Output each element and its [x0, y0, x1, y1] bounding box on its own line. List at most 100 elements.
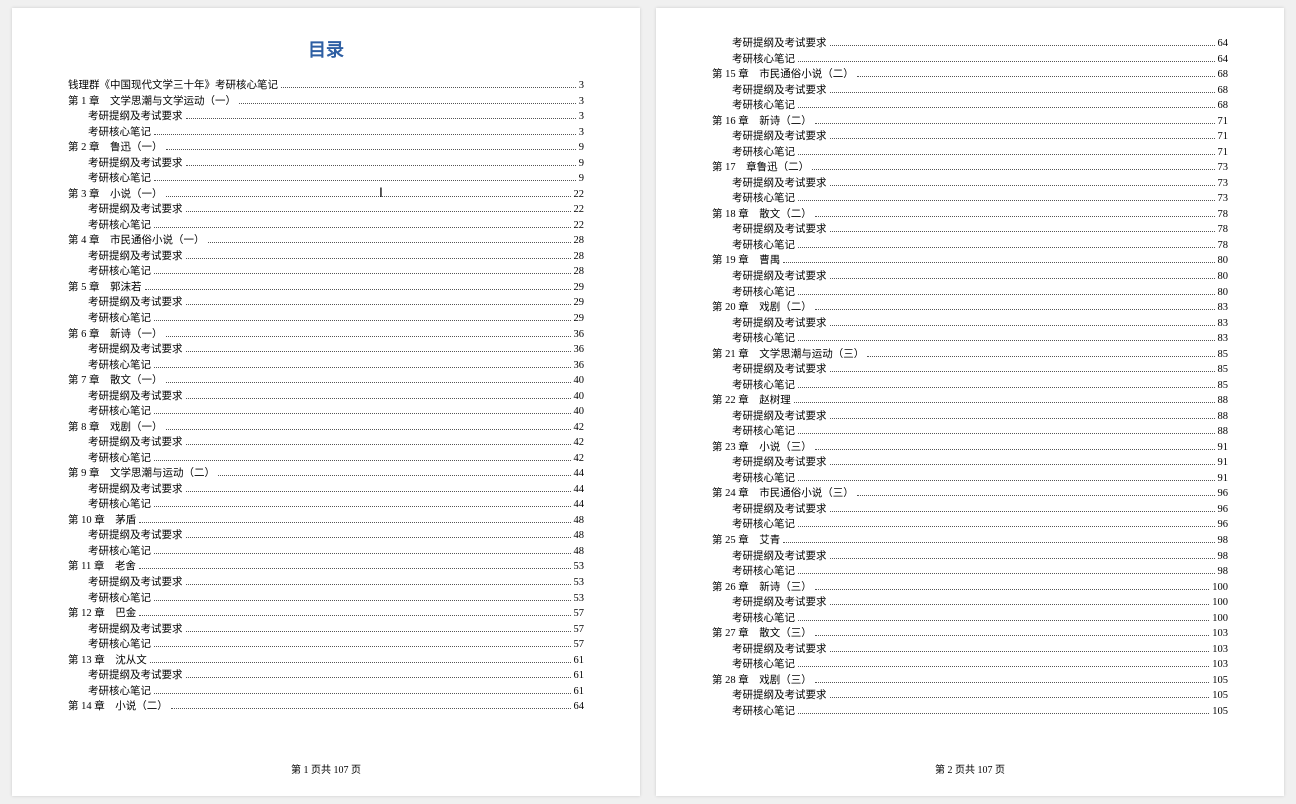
toc-entry[interactable]: 第 22 章 赵树理88	[712, 393, 1228, 409]
toc-entry[interactable]: 考研核心笔记3	[68, 125, 584, 141]
toc-entry[interactable]: 第 18 章 散文（二）78	[712, 207, 1228, 223]
toc-entry[interactable]: 第 26 章 新诗（三）100	[712, 580, 1228, 596]
toc-entry[interactable]: 考研提纲及考试要求64	[712, 36, 1228, 52]
toc-entry[interactable]: 第 27 章 散文（三）103	[712, 626, 1228, 642]
toc-entry-label: 第 6 章 新诗（一）	[68, 327, 163, 343]
toc-entry[interactable]: 第 12 章 巴金57	[68, 606, 584, 622]
toc-entry-label: 考研核心笔记	[712, 704, 795, 720]
toc-entry[interactable]: 考研提纲及考试要求88	[712, 409, 1228, 425]
toc-entry[interactable]: 考研提纲及考试要求61	[68, 668, 584, 684]
toc-entry[interactable]: 考研核心笔记44	[68, 497, 584, 513]
toc-entry[interactable]: 考研核心笔记91	[712, 471, 1228, 487]
toc-entry[interactable]: 考研提纲及考试要求68	[712, 83, 1228, 99]
toc-entry[interactable]: 第 25 章 艾青98	[712, 533, 1228, 549]
toc-entry[interactable]: 考研提纲及考试要求3	[68, 109, 584, 125]
toc-entry[interactable]: 考研核心笔记42	[68, 451, 584, 467]
toc-entry-label: 第 2 章 鲁迅（一）	[68, 140, 163, 156]
toc-entry[interactable]: 考研提纲及考试要求22	[68, 202, 584, 218]
toc-entry[interactable]: 钱理群《中国现代文学三十年》考研核心笔记3	[68, 78, 584, 94]
toc-entry[interactable]: 考研核心笔记103	[712, 657, 1228, 673]
toc-entry[interactable]: 考研核心笔记36	[68, 358, 584, 374]
toc-entry[interactable]: 考研核心笔记57	[68, 637, 584, 653]
toc-entry[interactable]: 考研核心笔记64	[712, 52, 1228, 68]
toc-entry[interactable]: 考研提纲及考试要求73	[712, 176, 1228, 192]
toc-entry[interactable]: 考研核心笔记80	[712, 285, 1228, 301]
toc-entry[interactable]: 第 1 章 文学思潮与文学运动（一）3	[68, 94, 584, 110]
toc-entry[interactable]: 第 9 章 文学思潮与运动（二）44	[68, 466, 584, 482]
toc-entry[interactable]: 考研核心笔记83	[712, 331, 1228, 347]
toc-entry[interactable]: 考研核心笔记68	[712, 98, 1228, 114]
toc-entry[interactable]: 第 2 章 鲁迅（一）9	[68, 140, 584, 156]
toc-entry[interactable]: 考研核心笔记9	[68, 171, 584, 187]
toc-entry-page: 88	[1218, 393, 1229, 409]
toc-entry[interactable]: 第 24 章 市民通俗小说（三）96	[712, 486, 1228, 502]
toc-entry[interactable]: 考研提纲及考试要求44	[68, 482, 584, 498]
toc-entry[interactable]: 考研核心笔记28	[68, 264, 584, 280]
toc-entry[interactable]: 考研提纲及考试要求91	[712, 455, 1228, 471]
toc-entry[interactable]: 第 16 章 新诗（二）71	[712, 114, 1228, 130]
toc-entry[interactable]: 考研提纲及考试要求100	[712, 595, 1228, 611]
toc-entry[interactable]: 考研提纲及考试要求28	[68, 249, 584, 265]
toc-leader-dots	[867, 356, 1214, 357]
toc-leader-dots	[139, 615, 570, 616]
toc-entry[interactable]: 考研核心笔记48	[68, 544, 584, 560]
toc-leader-dots	[830, 45, 1215, 46]
toc-entry[interactable]: 考研提纲及考试要求57	[68, 622, 584, 638]
toc-entry[interactable]: 考研提纲及考试要求85	[712, 362, 1228, 378]
toc-entry[interactable]: 第 3 章 小说（一）22	[68, 187, 584, 203]
toc-leader-dots	[798, 526, 1215, 527]
toc-entry[interactable]: 第 4 章 市民通俗小说（一）28	[68, 233, 584, 249]
toc-entry[interactable]: 考研核心笔记71	[712, 145, 1228, 161]
toc-entry[interactable]: 考研提纲及考试要求29	[68, 295, 584, 311]
toc-entry[interactable]: 第 14 章 小说（二）64	[68, 699, 584, 715]
toc-entry[interactable]: 考研核心笔记100	[712, 611, 1228, 627]
toc-entry[interactable]: 第 7 章 散文（一）40	[68, 373, 584, 389]
toc-entry[interactable]: 考研核心笔记88	[712, 424, 1228, 440]
toc-entry[interactable]: 考研提纲及考试要求96	[712, 502, 1228, 518]
toc-entry[interactable]: 第 15 章 市民通俗小说（二）68	[712, 67, 1228, 83]
toc-entry[interactable]: 第 19 章 曹禺80	[712, 253, 1228, 269]
toc-entry[interactable]: 第 6 章 新诗（一）36	[68, 327, 584, 343]
toc-entry[interactable]: 第 21 章 文学思潮与运动（三）85	[712, 347, 1228, 363]
toc-entry[interactable]: 考研提纲及考试要求40	[68, 389, 584, 405]
toc-entry[interactable]: 考研核心笔记22	[68, 218, 584, 234]
toc-entry[interactable]: 第 23 章 小说（三）91	[712, 440, 1228, 456]
toc-entry[interactable]: 考研提纲及考试要求103	[712, 642, 1228, 658]
toc-entry[interactable]: 第 13 章 沈从文61	[68, 653, 584, 669]
toc-entry[interactable]: 考研提纲及考试要求83	[712, 316, 1228, 332]
toc-entry[interactable]: 考研核心笔记53	[68, 591, 584, 607]
toc-entry-page: 40	[574, 373, 585, 389]
toc-entry[interactable]: 考研提纲及考试要求36	[68, 342, 584, 358]
toc-entry-page: 53	[574, 591, 585, 607]
toc-entry[interactable]: 考研核心笔记105	[712, 704, 1228, 720]
toc-entry[interactable]: 考研提纲及考试要求105	[712, 688, 1228, 704]
toc-entry[interactable]: 考研提纲及考试要求78	[712, 222, 1228, 238]
toc-entry[interactable]: 考研核心笔记78	[712, 238, 1228, 254]
toc-leader-dots	[218, 475, 571, 476]
toc-entry[interactable]: 考研提纲及考试要求48	[68, 528, 584, 544]
toc-entry[interactable]: 第 5 章 郭沫若29	[68, 280, 584, 296]
toc-entry[interactable]: 考研核心笔记96	[712, 517, 1228, 533]
toc-entry[interactable]: 考研核心笔记73	[712, 191, 1228, 207]
toc-entry[interactable]: 考研提纲及考试要求42	[68, 435, 584, 451]
toc-entry[interactable]: 考研提纲及考试要求80	[712, 269, 1228, 285]
toc-entry[interactable]: 考研提纲及考试要求53	[68, 575, 584, 591]
toc-entry[interactable]: 考研核心笔记61	[68, 684, 584, 700]
toc-entry-page: 53	[574, 575, 585, 591]
toc-entry[interactable]: 考研核心笔记85	[712, 378, 1228, 394]
toc-entry-label: 考研提纲及考试要求	[712, 409, 827, 425]
toc-entry[interactable]: 考研提纲及考试要求98	[712, 549, 1228, 565]
toc-entry[interactable]: 第 10 章 茅盾48	[68, 513, 584, 529]
toc-entry[interactable]: 考研核心笔记29	[68, 311, 584, 327]
toc-entry[interactable]: 第 20 章 戏剧（二）83	[712, 300, 1228, 316]
toc-entry[interactable]: 第 8 章 戏剧（一）42	[68, 420, 584, 436]
toc-entry[interactable]: 考研提纲及考试要求71	[712, 129, 1228, 145]
toc-entry[interactable]: 第 17 章鲁迅（二）73	[712, 160, 1228, 176]
toc-leader-dots	[186, 537, 571, 538]
toc-entry[interactable]: 考研核心笔记40	[68, 404, 584, 420]
toc-entry-label: 考研核心笔记	[68, 125, 151, 141]
toc-entry[interactable]: 考研提纲及考试要求9	[68, 156, 584, 172]
toc-entry[interactable]: 第 11 章 老舍53	[68, 559, 584, 575]
toc-entry[interactable]: 第 28 章 戏剧（三）105	[712, 673, 1228, 689]
toc-entry[interactable]: 考研核心笔记98	[712, 564, 1228, 580]
